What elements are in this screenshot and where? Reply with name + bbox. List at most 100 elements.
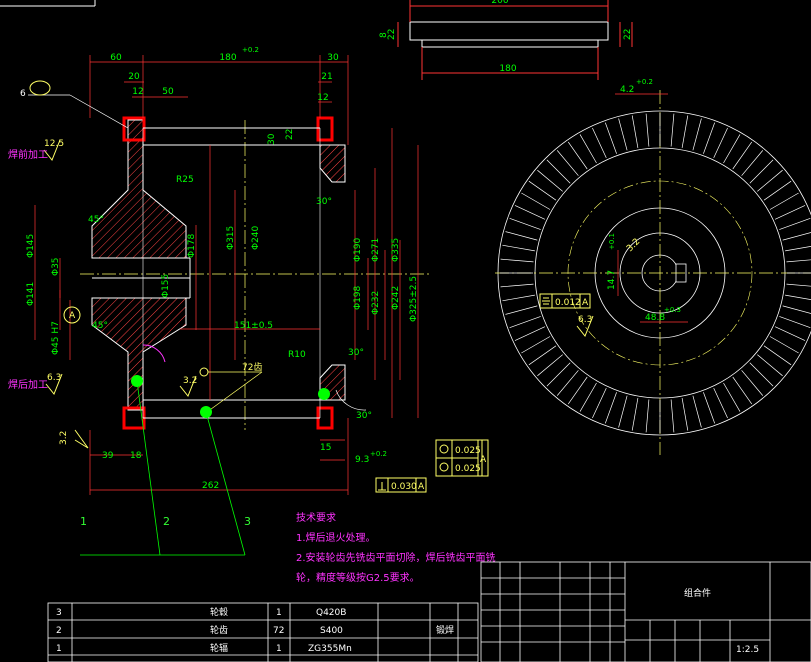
gear-tooth xyxy=(537,354,563,377)
gear-tooth xyxy=(579,134,597,164)
gear-tooth xyxy=(604,392,617,424)
gear-tooth xyxy=(713,127,728,159)
gear-tooth xyxy=(785,294,811,300)
gear-tooth xyxy=(631,115,639,148)
dim-phi335: Φ335 xyxy=(391,238,401,262)
gear-tooth xyxy=(723,134,741,164)
datum-a-label: A xyxy=(69,311,76,321)
gear-tooth xyxy=(618,395,628,428)
dim-12a: 12 xyxy=(132,87,143,97)
gear-tooth xyxy=(703,392,716,424)
notes-line-2: 2.安装轮齿先铣齿平面切除，焊后铣齿平面铣 xyxy=(296,551,496,564)
bom-table xyxy=(47,602,479,662)
gear-tooth xyxy=(732,141,753,170)
dim-22: 22 xyxy=(285,129,295,140)
dim-30deg-c: 30° xyxy=(356,411,372,421)
dim-30: 30 xyxy=(327,53,339,63)
top-dim-180: 180 xyxy=(499,64,516,74)
notes-line-3: 轮，精度等级按G2.5要求。 xyxy=(296,571,420,584)
dim-phi178: Φ178 xyxy=(187,233,197,258)
dim-phi45: Φ45 H7 xyxy=(51,321,61,355)
top-dim-200: 200 xyxy=(491,0,508,6)
dim-45b: 45° xyxy=(92,321,108,331)
ra-3-2-gear: 3.2 xyxy=(625,237,642,254)
keyway-48-8-tol: +0.3 xyxy=(664,306,681,314)
dim-9-3-tol: +0.2 xyxy=(370,450,387,458)
dim-39: 39 xyxy=(102,451,114,461)
bom-name: 轮齿 xyxy=(210,624,228,636)
gear-tooth xyxy=(749,362,774,387)
gear-tooth xyxy=(681,398,689,431)
gear-tooth xyxy=(546,362,571,387)
runout-1: 0.025 xyxy=(455,446,481,456)
gear-tooth xyxy=(631,398,639,431)
dim-18: 18 xyxy=(130,451,142,461)
dim-phi190: Φ190 xyxy=(353,237,363,262)
gear-tooth xyxy=(779,316,811,329)
notes-title: 技术要求 xyxy=(296,511,336,524)
gear-tooth xyxy=(741,150,764,176)
notes-line-1: 1.焊后退火处理。 xyxy=(296,532,376,544)
gear-tooth xyxy=(769,192,799,210)
gear-tooth xyxy=(579,382,597,412)
gear-tooth xyxy=(509,316,541,329)
dim-262: 262 xyxy=(202,481,219,491)
gear-tooth xyxy=(592,127,607,159)
part-name: 组合件 xyxy=(684,587,711,599)
dim-180: 180 xyxy=(219,53,236,63)
gear-tooth xyxy=(774,326,806,341)
bom-mat: ZG355Mn xyxy=(308,644,352,654)
gear-tooth xyxy=(785,246,811,252)
gear-tooth xyxy=(782,232,811,241)
teeth-count: 72齿 xyxy=(242,362,262,373)
gear-tooth xyxy=(592,387,607,419)
bom-qty: 1 xyxy=(276,644,282,654)
bom-name: 轮毂 xyxy=(210,606,228,618)
gear-tooth xyxy=(692,395,702,428)
gear-tooth xyxy=(514,326,546,341)
item-6-balloon xyxy=(29,80,51,96)
ra-12-5: 12.5 xyxy=(44,139,64,149)
cad-drawing: 200 180 22 22 8 60 180 +0.2 30 20 21 12 … xyxy=(0,0,811,662)
gear-tooth xyxy=(500,283,534,288)
weld-point xyxy=(318,388,330,400)
item-6-label: 6 xyxy=(20,89,26,99)
tech-notes: 技术要求 1.焊后退火处理。 2.安装轮齿先铣齿平面切除，焊后铣齿平面铣 轮，精… xyxy=(296,511,496,584)
gear-tooth xyxy=(681,115,689,148)
part-no-3: 3 xyxy=(244,515,251,528)
gear-tooth xyxy=(528,180,557,201)
bom-qty: 72 xyxy=(273,626,284,636)
gear-tooth xyxy=(528,345,557,366)
gear-tooth xyxy=(645,113,650,147)
bom-rows: 3 轮毂 1 Q420B 2 轮齿 72 S400 1 轮辐 1 ZG355Mn… xyxy=(56,606,454,654)
dim-phi271: Φ271 xyxy=(371,238,381,262)
gear-tooth xyxy=(567,376,588,405)
gear-tooth xyxy=(757,169,783,192)
gear-tooth xyxy=(521,336,551,354)
dim-180-tol: +0.2 xyxy=(242,46,259,54)
keyway-14-7: 14.7 xyxy=(607,270,617,290)
keyway-4-2-tol: +0.2 xyxy=(636,78,653,86)
bom-name: 轮辐 xyxy=(210,642,228,654)
dim-r25: R25 xyxy=(176,175,194,185)
gear-view: 4.2 +0.2 14.7 +0.1 48.8 +0.3 3.2 6.3 xyxy=(495,78,811,455)
gear-tooth xyxy=(763,345,792,366)
gear-tooth xyxy=(502,244,535,252)
dim-phi145: Φ145 xyxy=(26,234,36,258)
dim-151: 151±0.5 xyxy=(234,321,273,331)
dim-20: 20 xyxy=(128,72,140,82)
dim-phi141: Φ141 xyxy=(26,282,36,306)
bom-no: 2 xyxy=(56,626,62,636)
gear-tooth xyxy=(779,217,811,230)
gear-tooth xyxy=(732,376,753,405)
dim-45a: 45° xyxy=(88,215,104,225)
gear-tooth xyxy=(723,382,741,412)
gear-tooth xyxy=(505,231,538,241)
bom-mat: S400 xyxy=(320,626,343,636)
dim-30b: 30 xyxy=(267,133,277,145)
gear-tooth xyxy=(670,399,675,433)
gear-tooth xyxy=(505,305,538,315)
title-block xyxy=(480,561,811,662)
symmetry: 0.012 xyxy=(555,298,581,308)
perpendicularity: 0.030 xyxy=(391,482,417,492)
